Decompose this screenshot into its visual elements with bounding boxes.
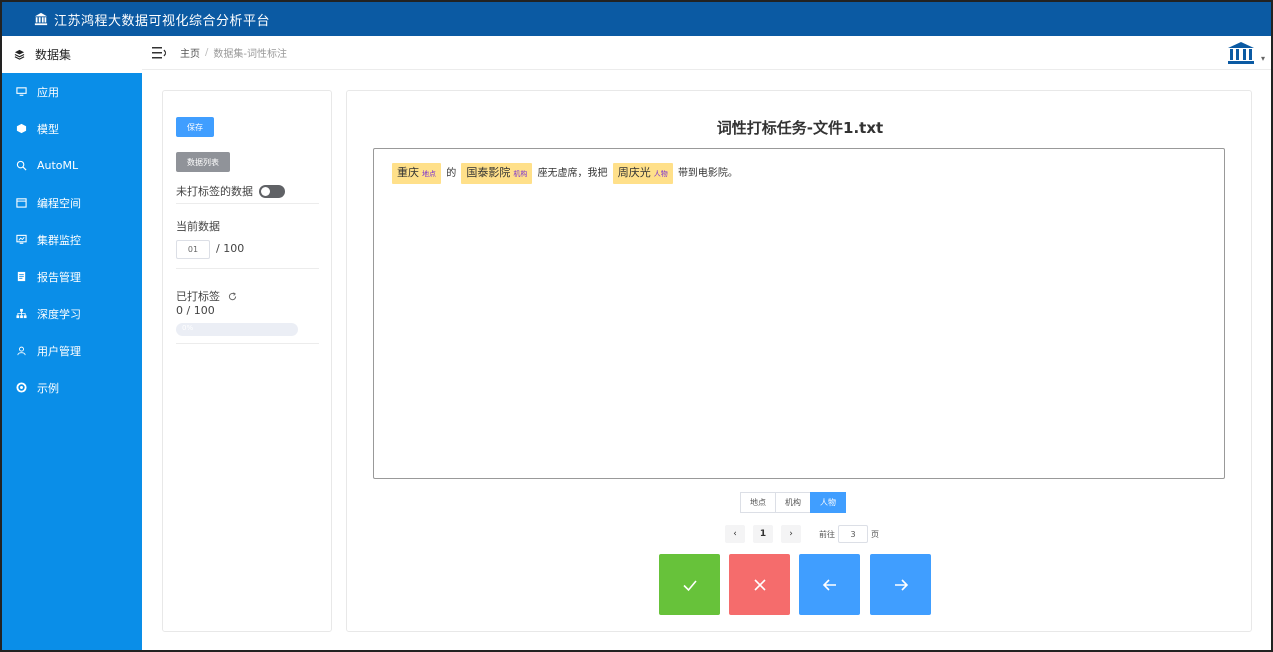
- caret-down-icon[interactable]: ▾: [1261, 54, 1265, 63]
- arrow-left-icon: [822, 578, 836, 591]
- entity-label: 地点: [422, 170, 436, 178]
- breadcrumb-separator: /: [205, 47, 209, 58]
- sidebar-item-label: 报告管理: [37, 270, 81, 284]
- institution-icon: [34, 12, 48, 26]
- app-frame: 江苏鸿程大数据可视化综合分析平台 数据集 应用 模型 AutoML 编程空间 集…: [0, 0, 1273, 652]
- goto-label: 前往: [819, 529, 835, 539]
- refresh-icon[interactable]: [228, 291, 237, 301]
- sidebar: 数据集 应用 模型 AutoML 编程空间 集群监控 报告管理 深度学习 用户管…: [2, 36, 142, 650]
- app-title: 江苏鸿程大数据可视化综合分析平台: [54, 13, 271, 29]
- calendar-icon: [16, 198, 27, 208]
- tagged-label-row: 已打标签: [176, 288, 237, 304]
- entity-label: 机构: [513, 170, 528, 178]
- page-header: 主页 / 数据集-词性标注 ▾: [142, 36, 1271, 70]
- sidebar-item-workspace[interactable]: 编程空间: [2, 184, 142, 221]
- users-icon: [17, 346, 26, 356]
- sidebar-item-users[interactable]: 用户管理: [2, 332, 142, 369]
- sidebar-item-label: AutoML: [37, 159, 79, 172]
- reject-button[interactable]: [729, 554, 790, 615]
- tagged-progress-bar: 0%: [176, 323, 298, 336]
- sidebar-item-reports[interactable]: 报告管理: [2, 258, 142, 295]
- plain-text: 带到电影院。: [677, 168, 738, 179]
- divider: [176, 203, 319, 204]
- sitemap-icon: [16, 308, 27, 319]
- entity-word: 重庆: [397, 166, 419, 179]
- menu-toggle-icon[interactable]: [152, 46, 166, 59]
- breadcrumb-home[interactable]: 主页: [180, 45, 200, 60]
- untagged-toggle-switch[interactable]: [259, 184, 285, 198]
- prev-page-button[interactable]: ‹: [725, 525, 745, 543]
- save-button[interactable]: 保存: [176, 117, 214, 137]
- lifebuoy-icon: [16, 382, 27, 393]
- current-data-total: / 100: [216, 242, 245, 255]
- plain-text: 的: [446, 168, 457, 179]
- untagged-toggle-row: 未打标签的数据: [176, 183, 285, 199]
- check-icon: [682, 579, 697, 591]
- progress-text: 0%: [182, 324, 194, 332]
- breadcrumb: 主页 / 数据集-词性标注: [180, 45, 287, 60]
- pagination: ‹ 1 › 前往 页: [725, 525, 879, 543]
- goto-page-input[interactable]: [838, 525, 868, 543]
- entity-word: 周庆光: [617, 166, 651, 179]
- entity-tag[interactable]: 国泰影院 机构: [461, 163, 533, 184]
- switch-knob: [261, 186, 270, 196]
- tagged-count: 0 / 100: [176, 304, 215, 317]
- sidebar-item-deep-learning[interactable]: 深度学习: [2, 295, 142, 332]
- tagged-label: 已打标签: [176, 290, 220, 303]
- sidebar-item-label: 集群监控: [37, 233, 81, 247]
- sidebar-item-label: 模型: [37, 122, 59, 136]
- sidebar-item-apps[interactable]: 应用: [2, 73, 142, 110]
- page-number-button[interactable]: 1: [753, 525, 773, 543]
- entity-tag[interactable]: 重庆 地点: [392, 163, 441, 184]
- entity-tag[interactable]: 周庆光 人物: [612, 163, 673, 184]
- label-button-location[interactable]: 地点: [740, 492, 776, 513]
- close-icon: [753, 578, 766, 591]
- search-icon: [16, 160, 27, 171]
- top-bar: 江苏鸿程大数据可视化综合分析平台: [2, 2, 1271, 36]
- breadcrumb-current: 数据集-词性标注: [213, 49, 287, 60]
- entity-label: 人物: [653, 170, 668, 178]
- sidebar-item-label: 应用: [37, 85, 59, 99]
- sidebar-item-label: 示例: [37, 381, 59, 395]
- data-list-button[interactable]: 数据列表: [176, 152, 230, 172]
- annotation-panel: 词性打标任务-文件1.txt 重庆 地点 的 国泰影院 机构 座无虚席，我把 周庆光…: [346, 90, 1252, 632]
- content-area: 保存 数据列表 未打标签的数据 当前数据 / 100 已打标签 0 / 100 …: [142, 70, 1271, 650]
- current-data-label: 当前数据: [176, 220, 220, 233]
- layers-icon: [14, 49, 25, 60]
- confirm-button[interactable]: [659, 554, 720, 615]
- sidebar-item-cluster-monitor[interactable]: 集群监控: [2, 221, 142, 258]
- plain-text: 座无虚席，我把: [537, 168, 608, 179]
- entity-word: 国泰影院: [466, 166, 511, 179]
- sidebar-item-dataset[interactable]: 数据集: [2, 36, 142, 73]
- dashboard-icon: [16, 234, 27, 244]
- sidebar-item-models[interactable]: 模型: [2, 110, 142, 147]
- goto-suffix: 页: [871, 529, 879, 539]
- sidebar-item-label: 深度学习: [37, 307, 81, 321]
- task-title: 词性打标任务-文件1.txt: [716, 119, 884, 137]
- current-data-input[interactable]: [176, 240, 210, 259]
- user-avatar-icon[interactable]: [1227, 41, 1255, 65]
- label-button-person[interactable]: 人物: [810, 492, 846, 513]
- next-page-button[interactable]: ›: [781, 525, 801, 543]
- control-panel: 保存 数据列表 未打标签的数据 当前数据 / 100 已打标签 0 / 100 …: [162, 90, 332, 632]
- sidebar-item-examples[interactable]: 示例: [2, 369, 142, 406]
- sidebar-item-label: 用户管理: [37, 344, 81, 358]
- sidebar-item-label: 数据集: [35, 48, 72, 62]
- divider: [176, 268, 319, 269]
- untagged-toggle-label: 未打标签的数据: [176, 185, 253, 198]
- monitor-icon: [16, 87, 27, 96]
- label-button-organization[interactable]: 机构: [775, 492, 811, 513]
- divider: [176, 343, 319, 344]
- arrow-right-icon: [894, 578, 908, 591]
- cube-icon: [16, 123, 27, 134]
- sidebar-item-automl[interactable]: AutoML: [2, 147, 142, 184]
- sidebar-item-label: 编程空间: [37, 196, 81, 210]
- annotation-text-area[interactable]: 重庆 地点 的 国泰影院 机构 座无虚席，我把 周庆光 人物 带到电影院。: [373, 148, 1225, 479]
- next-item-button[interactable]: [870, 554, 931, 615]
- document-icon: [17, 271, 26, 282]
- previous-item-button[interactable]: [799, 554, 860, 615]
- label-selector: 地点 机构 人物: [740, 492, 846, 513]
